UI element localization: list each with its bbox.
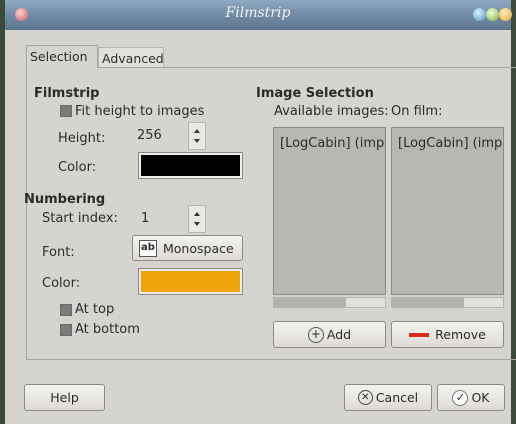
decrement-arrow-icon[interactable] — [194, 139, 200, 143]
remove-icon — [409, 332, 430, 337]
height-spinner[interactable]: 256 — [132, 122, 206, 150]
start-index-value: 1 — [141, 211, 150, 226]
start-index-stepper-arrows[interactable] — [188, 205, 206, 233]
filmstrip-dialog: Filmstrip Selection Advanced Filmstrip F… — [5, 0, 516, 424]
numbering-heading: Numbering — [24, 192, 106, 207]
remove-button[interactable]: Remove — [391, 321, 504, 348]
font-label: Font: — [42, 245, 75, 260]
at-bottom-label: At bottom — [75, 322, 140, 337]
numbering-color-button[interactable] — [138, 268, 243, 295]
on-film-scrollbar[interactable] — [391, 297, 504, 308]
list-item[interactable]: [LogCabin] (impo — [392, 128, 503, 151]
available-images-label: Available images: — [274, 104, 389, 119]
filmstrip-color-swatch — [141, 155, 240, 176]
height-value: 256 — [137, 128, 162, 143]
list-item[interactable]: [LogCabin] (impo — [274, 128, 385, 151]
fit-height-checkbox[interactable] — [60, 105, 72, 117]
font-icon: ab — [139, 239, 157, 257]
filmstrip-heading: Filmstrip — [34, 86, 100, 101]
close-icon[interactable] — [499, 8, 512, 21]
font-value: Monospace — [163, 240, 234, 256]
numbering-color-label: Color: — [42, 276, 81, 291]
decrement-arrow-icon[interactable] — [194, 222, 200, 226]
available-images-list[interactable]: [LogCabin] (impo — [273, 127, 386, 295]
on-film-label: On film: — [391, 104, 443, 119]
titlebar[interactable]: Filmstrip — [5, 0, 512, 30]
add-button[interactable]: + Add — [273, 321, 386, 348]
remove-button-label: Remove — [435, 327, 486, 342]
start-index-label: Start index: — [42, 211, 118, 226]
at-top-checkbox[interactable] — [60, 304, 72, 316]
tab-advanced[interactable]: Advanced — [98, 47, 164, 68]
add-icon: + — [307, 326, 324, 343]
filmstrip-color-button[interactable] — [138, 152, 243, 179]
at-top-label: At top — [75, 302, 115, 317]
filmstrip-color-label: Color: — [58, 160, 97, 175]
height-label: Height: — [58, 131, 106, 146]
ok-button[interactable]: ✓ OK — [437, 384, 505, 411]
minimize-icon[interactable] — [473, 8, 486, 21]
window-title: Filmstrip — [225, 5, 291, 21]
maximize-icon[interactable] — [486, 8, 499, 21]
image-selection-heading: Image Selection — [256, 86, 374, 101]
cancel-button-label: Cancel — [375, 390, 419, 405]
at-bottom-checkbox[interactable] — [60, 324, 72, 336]
increment-arrow-icon[interactable] — [194, 212, 200, 216]
numbering-color-swatch — [141, 271, 240, 292]
checkmark-icon: ✓ — [452, 389, 469, 406]
available-images-scrollbar[interactable] — [273, 297, 386, 308]
increment-arrow-icon[interactable] — [194, 129, 200, 133]
add-button-label: Add — [326, 327, 352, 342]
start-index-spinner[interactable]: 1 — [136, 205, 206, 233]
scrollbar-thumb[interactable] — [274, 298, 346, 307]
on-film-list[interactable]: [LogCabin] (impo — [391, 127, 504, 295]
help-button-label: Help — [50, 390, 79, 405]
ok-button-label: OK — [471, 390, 490, 405]
cancel-icon: ✕ — [357, 390, 373, 405]
font-button[interactable]: ab Monospace — [132, 235, 243, 261]
cancel-button[interactable]: ✕ Cancel — [344, 384, 432, 411]
tab-selection[interactable]: Selection — [26, 45, 98, 68]
scrollbar-thumb[interactable] — [392, 298, 464, 307]
help-button[interactable]: Help — [24, 384, 105, 411]
height-stepper-arrows[interactable] — [188, 122, 206, 150]
fit-height-label: Fit height to images — [75, 104, 205, 119]
